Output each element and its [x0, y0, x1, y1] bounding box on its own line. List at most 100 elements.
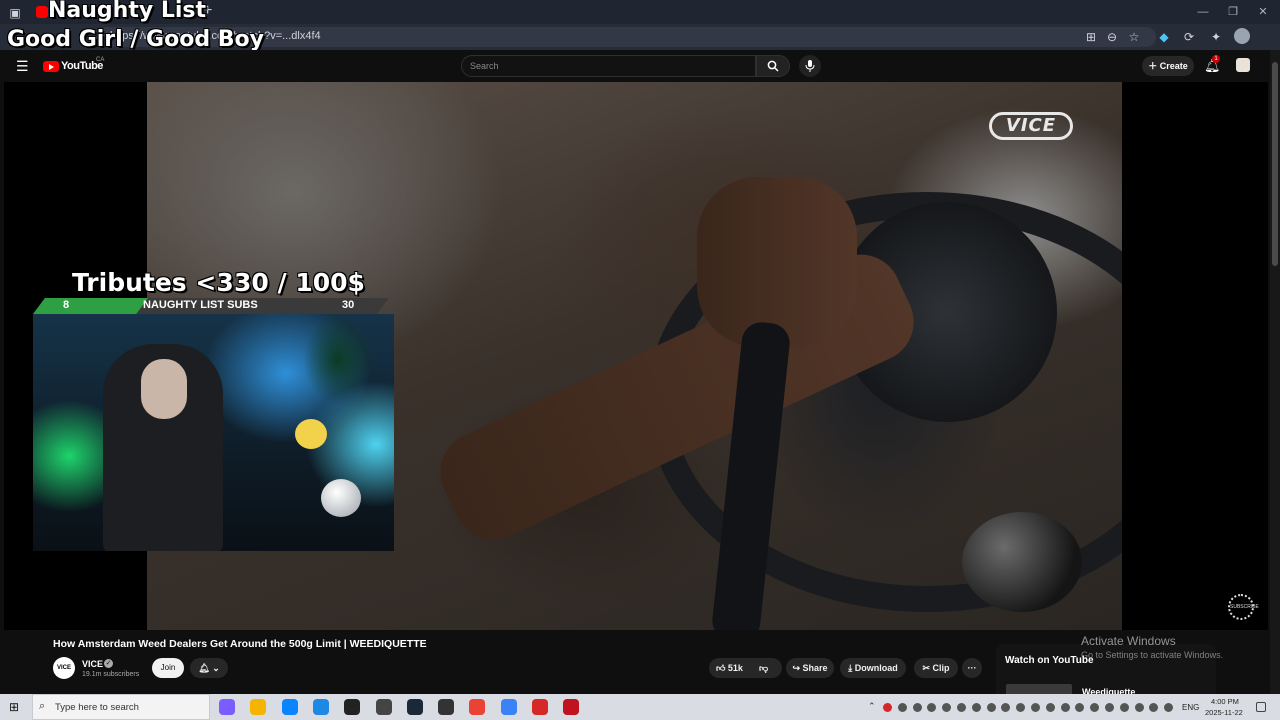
close-window-button[interactable]: ✕	[1248, 4, 1278, 20]
like-dislike-group: 👍︎ 51k 👎︎	[709, 658, 782, 678]
download-label: Download	[854, 663, 898, 673]
account-avatar[interactable]	[1236, 58, 1250, 72]
taskbar-search-box[interactable]: ⌕ Type here to search	[32, 694, 210, 720]
gear-knob-shape	[962, 512, 1082, 612]
search-button[interactable]	[756, 55, 790, 77]
language-indicator[interactable]: ENG	[1182, 703, 1199, 712]
subscriber-count: 19.1m subscribers	[82, 671, 140, 678]
chrome-icon[interactable]	[469, 699, 486, 715]
app-icon-12[interactable]	[563, 699, 580, 715]
tributes-label: Tributes <3	[72, 268, 234, 297]
scrollbar-thumb[interactable]	[1272, 62, 1278, 266]
notification-bell-button[interactable]: 🔔︎ ⌄	[190, 658, 228, 678]
lamp-shape	[321, 479, 361, 517]
puzzle-icon[interactable]: ✦	[1207, 28, 1225, 46]
tray-app-icon[interactable]	[927, 703, 937, 712]
download-icon: ⤓	[848, 663, 853, 673]
youtube-logo-icon[interactable]	[43, 61, 59, 72]
tray-app-icon[interactable]	[1164, 703, 1174, 712]
download-button[interactable]: ⤓ Download	[840, 658, 906, 678]
more-actions-button[interactable]: ···	[962, 658, 982, 678]
thumbs-up-icon[interactable]: 👍︎	[716, 663, 725, 673]
windows-start-icon[interactable]: ⊞	[9, 700, 19, 714]
like-count[interactable]: 51k	[728, 663, 743, 673]
webcam-feed	[33, 314, 394, 551]
windows-taskbar: ⊞ ⌕ Type here to search ⌃ ENG 4:00 PM 20…	[0, 694, 1280, 720]
page-scrollbar[interactable]	[1270, 50, 1280, 694]
region-code: CA	[96, 57, 105, 63]
overlay-title: Naughty List	[48, 0, 207, 23]
microphone-icon	[805, 60, 815, 72]
tray-app-icon[interactable]	[1119, 703, 1129, 712]
goal-bar-fill	[33, 298, 149, 314]
hamburger-menu-icon[interactable]: ☰	[16, 59, 29, 73]
app-icon-4[interactable]	[312, 699, 329, 715]
voice-search-button[interactable]	[799, 55, 821, 77]
channel-name[interactable]: VICE	[82, 659, 103, 669]
profile-icon[interactable]	[1234, 28, 1250, 44]
zoom-icon[interactable]: ⊖	[1103, 28, 1121, 46]
create-button[interactable]: ＋ Create	[1142, 56, 1194, 76]
activate-windows-title: Activate Windows	[1081, 634, 1176, 648]
thumbs-down-icon[interactable]: 👎︎	[759, 658, 768, 678]
steam-icon[interactable]	[406, 699, 423, 715]
star-icon[interactable]: ☆	[1125, 28, 1143, 46]
chevron-down-icon: ⌄	[212, 663, 220, 673]
tray-app-icon[interactable]	[1001, 703, 1011, 712]
youtube-header: ☰ YouTube CA Search ＋ Create 🔔︎ 1	[0, 50, 1280, 82]
maximize-button[interactable]: ❐	[1218, 4, 1248, 20]
tributes-goal: 30 / 100$	[234, 268, 365, 297]
channel-avatar[interactable]: VICE	[53, 657, 75, 679]
clock-date[interactable]: 2025-11-22	[1205, 708, 1243, 717]
tray-app-icon[interactable]	[1134, 703, 1144, 712]
tree-shape	[303, 314, 373, 404]
edge-icon[interactable]	[281, 699, 298, 715]
tray-app-icon[interactable]	[1031, 703, 1040, 712]
tray-app-icon[interactable]	[942, 703, 952, 712]
file-explorer-icon[interactable]	[250, 699, 267, 715]
tray-chevron-icon[interactable]: ⌃	[868, 701, 876, 712]
tray-app-icon[interactable]	[986, 703, 996, 712]
app-icon-11[interactable]	[532, 699, 548, 715]
scissors-icon: ✂	[922, 663, 931, 673]
search-input[interactable]: Search	[461, 55, 756, 77]
join-button[interactable]: Join	[152, 658, 184, 678]
tray-app-icon[interactable]	[1075, 703, 1085, 712]
tray-app-icon[interactable]	[957, 703, 966, 712]
app-icon-10[interactable]	[500, 699, 517, 715]
app-icon-1[interactable]	[219, 699, 235, 715]
share-button[interactable]: ↪ Share	[786, 658, 834, 678]
youtube-tab-favicon	[36, 6, 48, 18]
clip-label: Clip	[932, 663, 950, 673]
extension-icon[interactable]: ◆	[1155, 28, 1173, 46]
minimize-button[interactable]: —	[1188, 4, 1218, 20]
tray-app-icon[interactable]	[1105, 703, 1114, 712]
subscribe-corner-badge[interactable]: SUBSCRIBE	[1228, 594, 1259, 620]
apps-icon[interactable]: ⊞	[1082, 28, 1100, 46]
share-icon: ↪	[792, 663, 800, 673]
refresh-icon[interactable]: ⟳	[1180, 28, 1198, 46]
tray-app-icon[interactable]	[912, 703, 922, 712]
clock-time[interactable]: 4:00 PM	[1211, 697, 1239, 706]
settings-icon[interactable]	[375, 699, 392, 715]
verified-check-icon: ✓	[104, 659, 113, 668]
app-icon-8[interactable]	[438, 699, 455, 715]
app-icon-5[interactable]	[344, 699, 361, 715]
tray-app-icon[interactable]	[1045, 703, 1055, 712]
goal-left-value: 8	[63, 299, 70, 311]
tray-app-icon[interactable]	[897, 703, 907, 712]
window-menu-icon[interactable]: ▣	[6, 4, 24, 22]
plush-shape	[295, 419, 327, 449]
tray-app-icon[interactable]	[883, 703, 892, 712]
tray-app-icon[interactable]	[971, 703, 981, 712]
search-placeholder: Search	[470, 61, 499, 71]
tray-app-icon[interactable]	[1149, 703, 1159, 712]
notification-count: 1	[1212, 55, 1220, 63]
tray-app-icon[interactable]	[1090, 703, 1100, 712]
create-label: Create	[1159, 61, 1188, 71]
plus-icon: ＋	[1148, 61, 1158, 71]
tray-app-icon[interactable]	[1016, 703, 1026, 712]
tray-app-icon[interactable]	[1060, 703, 1070, 712]
clip-button[interactable]: ✂ Clip	[914, 658, 958, 678]
notification-center-icon[interactable]	[1256, 702, 1266, 712]
